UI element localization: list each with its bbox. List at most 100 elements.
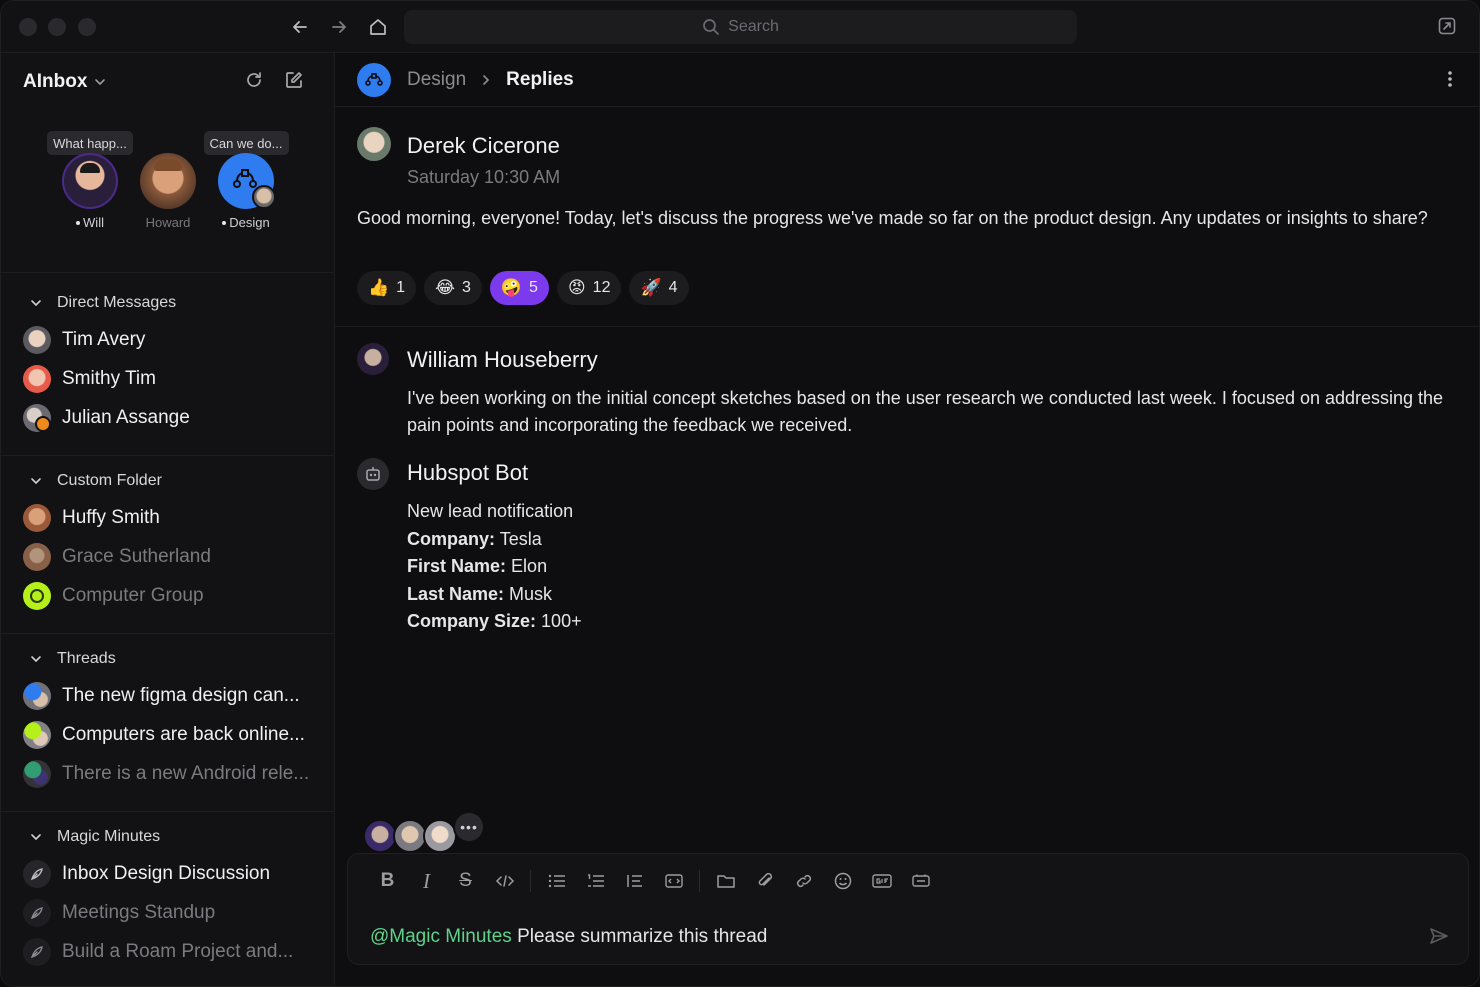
lead-field: Company: Tesla	[407, 526, 582, 554]
bot-icon[interactable]	[357, 458, 389, 490]
chevron-down-icon[interactable]	[93, 75, 107, 89]
thread-title: The new figma design can...	[62, 684, 300, 706]
thread-item[interactable]: The new figma design can...	[1, 676, 335, 715]
section-header[interactable]: Custom Folder	[1, 464, 335, 498]
minutes-item[interactable]: Inbox Design Discussion	[1, 854, 335, 893]
forward-button[interactable]	[326, 14, 352, 40]
code-icon	[495, 875, 514, 887]
folder-icon	[716, 875, 735, 888]
search-placeholder: Search	[728, 18, 779, 35]
story-design[interactable]: Can we do... Design	[196, 131, 296, 230]
popout-button[interactable]	[1437, 16, 1459, 38]
field-label: Company Size:	[407, 611, 537, 631]
bullet-list-icon	[548, 874, 565, 888]
message-input[interactable]: @Magic Minutes Please summarize this thr…	[370, 926, 767, 948]
section-header[interactable]: Direct Messages	[1, 286, 335, 320]
avatar	[23, 681, 51, 710]
dm-item-tim-avery[interactable]: Tim Avery	[1, 320, 335, 359]
thread-view: Design Replies Derek Cicerone Saturday 1…	[335, 53, 1479, 986]
reaction-rocket[interactable]: 🚀 4	[629, 271, 689, 305]
laughing-icon: 😂	[435, 277, 455, 298]
lead-title: New lead notification	[407, 501, 574, 521]
folder-item-name: Computer Group	[62, 584, 204, 606]
shortcut-button[interactable]	[901, 868, 940, 894]
search-bar[interactable]: Search	[404, 10, 1077, 44]
strikethrough-button[interactable]: S	[446, 868, 485, 894]
more-options-button[interactable]	[1447, 69, 1453, 94]
story-bubble: Can we do...	[203, 131, 289, 155]
dm-name: Tim Avery	[62, 328, 146, 350]
emoji-button[interactable]	[823, 868, 862, 894]
message-author[interactable]: Hubspot Bot	[407, 460, 528, 486]
bold-button[interactable]: B	[368, 868, 407, 894]
avatar	[23, 325, 51, 354]
search-icon	[703, 19, 719, 35]
reaction-count: 1	[396, 279, 406, 296]
link-button[interactable]	[784, 868, 823, 894]
avatar[interactable]	[357, 343, 389, 375]
send-button[interactable]	[1428, 926, 1450, 951]
dm-item-smithy-tim[interactable]: Smithy Tim	[1, 359, 335, 398]
arrow-left-icon	[293, 21, 307, 33]
thread-header: Design Replies	[335, 53, 1479, 107]
window-minimize-button[interactable]	[48, 18, 66, 36]
inbox-title[interactable]: AInbox	[23, 71, 87, 93]
quote-button[interactable]	[615, 868, 654, 894]
reaction-zany[interactable]: 🤪 5	[489, 271, 549, 305]
italic-icon: I	[423, 868, 430, 893]
avatar	[423, 819, 457, 853]
gif-button[interactable]	[862, 868, 901, 894]
folder-button[interactable]	[706, 868, 745, 894]
folder-item-huffy-smith[interactable]: Huffy Smith	[1, 498, 335, 537]
bullet-list-button[interactable]	[537, 868, 576, 894]
story-name: Design	[229, 215, 270, 230]
more-typers-icon[interactable]: •••	[453, 811, 485, 843]
minutes-item[interactable]: Build a Roam Project and...	[1, 932, 335, 971]
refresh-icon[interactable]	[243, 69, 265, 91]
compose-icon[interactable]	[283, 69, 305, 91]
mention-tag[interactable]: @Magic Minutes	[370, 926, 512, 947]
minutes-item[interactable]: Meetings Standup	[1, 893, 335, 932]
folder-item-grace-sutherland[interactable]: Grace Sutherland	[1, 537, 335, 576]
avatar	[140, 153, 196, 209]
italic-button[interactable]: I	[407, 868, 446, 894]
story-name: Howard	[145, 215, 191, 230]
arrow-right-icon	[332, 21, 346, 33]
section-label: Custom Folder	[57, 472, 162, 489]
sidebar-header: AInbox	[23, 67, 323, 97]
format-toolbar: B I S	[368, 868, 940, 894]
section-header[interactable]: Threads	[1, 642, 335, 676]
reactions-row: 👍 1 😂 3 🤪 5 😡 12 🚀 4	[357, 271, 689, 305]
folder-item-computer-group[interactable]: Computer Group	[1, 576, 335, 615]
message-body: I've been working on the initial concept…	[407, 388, 1444, 435]
reaction-laughing[interactable]: 😂 3	[424, 271, 482, 305]
field-label: Company:	[407, 528, 496, 549]
avatar	[363, 819, 397, 853]
code-button[interactable]	[485, 868, 524, 894]
avatar[interactable]	[357, 127, 391, 161]
app-window: Search AInbox What happ... Will Howard C…	[0, 0, 1480, 987]
shortcut-icon	[911, 874, 930, 887]
avatar	[23, 759, 51, 788]
message-author[interactable]: William Houseberry	[407, 347, 598, 373]
breadcrumb-parent[interactable]: Design	[407, 69, 466, 91]
chevron-down-icon	[31, 478, 41, 485]
window-close-button[interactable]	[19, 18, 37, 36]
thread-item[interactable]: Computers are back online...	[1, 715, 335, 754]
reaction-thumbs-up[interactable]: 👍 1	[357, 271, 417, 305]
thread-item[interactable]: There is a new Android rele...	[1, 754, 335, 793]
attach-button[interactable]	[745, 868, 784, 894]
reaction-angry[interactable]: 😡 12	[556, 271, 622, 305]
section-header[interactable]: Magic Minutes	[1, 820, 335, 854]
home-button[interactable]	[365, 14, 391, 40]
message-author[interactable]: Derek Cicerone	[407, 133, 560, 159]
numbered-list-button[interactable]	[576, 868, 615, 894]
code-block-button[interactable]	[654, 868, 693, 894]
field-value: Musk	[509, 583, 553, 604]
window-zoom-button[interactable]	[78, 18, 96, 36]
dm-item-julian-assange[interactable]: Julian Assange	[1, 398, 335, 437]
avatar	[62, 153, 118, 209]
avatar	[23, 720, 51, 749]
dm-name: Smithy Tim	[62, 367, 156, 389]
back-button[interactable]	[287, 14, 313, 40]
